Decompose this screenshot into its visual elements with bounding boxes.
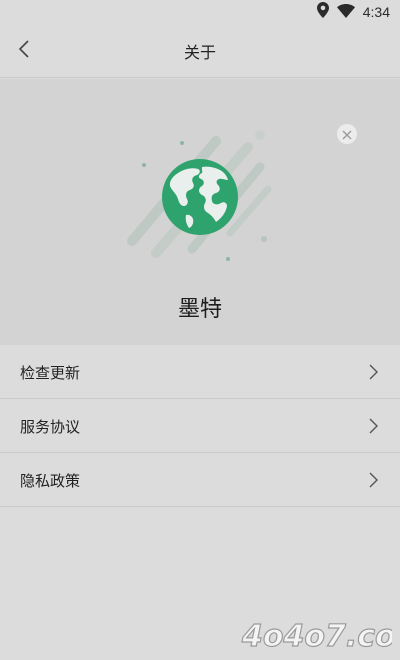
app-logo-illustration [120,121,280,285]
status-bar: 4:34 [0,0,400,24]
menu-item-service-agreement[interactable]: 服务协议 [0,399,400,453]
wifi-icon [336,3,355,22]
close-button[interactable] [337,124,357,144]
menu-item-label: 隐私政策 [20,472,81,490]
close-icon [342,125,352,144]
watermark-text: 4o4o7.com [241,619,392,654]
status-time: 4:34 [362,4,390,20]
app-bar: 关于 [0,24,400,78]
settings-menu: 检查更新 服务协议 隐私政策 [0,345,400,507]
chevron-right-icon [368,363,378,385]
location-icon [316,2,329,22]
chevron-right-icon [368,471,378,493]
menu-item-label: 服务协议 [20,418,81,436]
app-name: 墨特 [177,297,222,322]
hero-section: 墨特 [0,79,400,345]
globe-icon [162,159,238,235]
status-icons: 4:34 [316,2,390,22]
menu-item-privacy-policy[interactable]: 隐私政策 [0,453,400,507]
chevron-right-icon [368,417,378,439]
watermark-logo: 4o4o7.com [240,614,400,654]
page-title: 关于 [183,43,216,62]
menu-item-label: 检查更新 [20,364,81,382]
menu-item-check-update[interactable]: 检查更新 [0,345,400,399]
